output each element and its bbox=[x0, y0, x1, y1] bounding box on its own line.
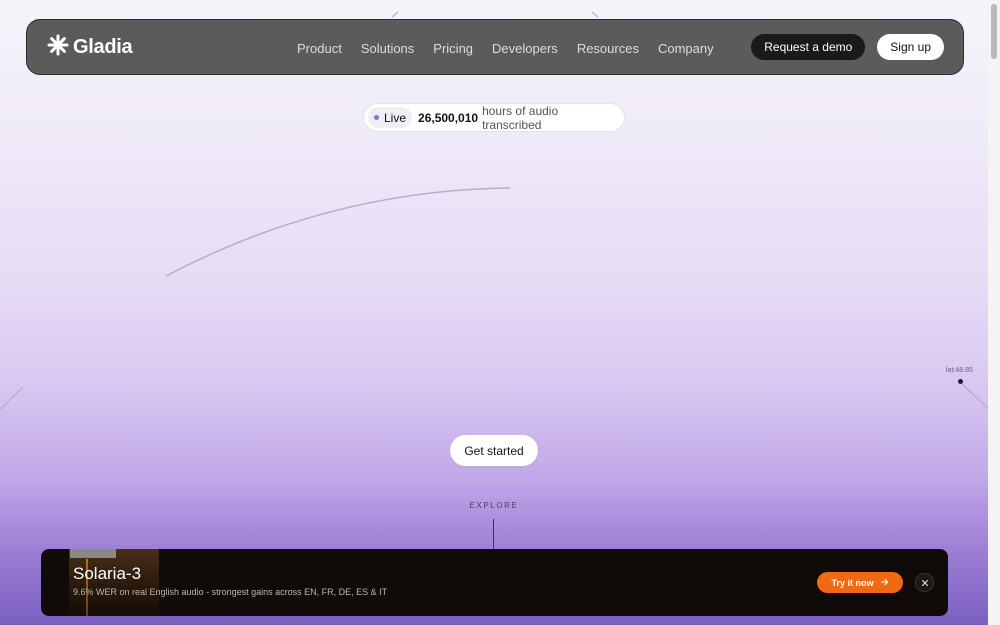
get-started-button[interactable]: Get started bbox=[450, 435, 538, 466]
location-dot-icon bbox=[958, 379, 963, 384]
live-description: hours of audio transcribed bbox=[482, 103, 559, 132]
live-badge: Live bbox=[368, 107, 413, 128]
asterisk-logo-icon bbox=[47, 34, 69, 61]
try-it-now-label: Try it now bbox=[831, 577, 874, 588]
background-arcs bbox=[0, 11, 991, 411]
banner-subtitle: 9.6% WER on real English audio - stronge… bbox=[73, 587, 388, 597]
brand-logo[interactable]: Gladia bbox=[47, 34, 133, 61]
banner-tab bbox=[70, 549, 116, 558]
live-count: 26,500,010 bbox=[418, 110, 479, 125]
arrow-right-icon bbox=[880, 578, 889, 588]
brand-name: Gladia bbox=[73, 35, 133, 58]
nav-link-developers[interactable]: Developers bbox=[492, 41, 558, 56]
nav-actions: Request a demo Sign up bbox=[751, 34, 944, 60]
close-icon[interactable] bbox=[915, 573, 934, 592]
explore-label: EXPLORE bbox=[469, 501, 519, 510]
try-it-now-button[interactable]: Try it now bbox=[817, 572, 903, 593]
sign-up-button[interactable]: Sign up bbox=[877, 34, 944, 60]
scrollbar-thumb[interactable] bbox=[991, 4, 997, 59]
latitude-label: lat:48.85 bbox=[946, 367, 973, 374]
request-demo-button[interactable]: Request a demo bbox=[751, 34, 866, 60]
nav-link-product[interactable]: Product bbox=[297, 41, 342, 56]
nav-links: Product Solutions Pricing Developers Res… bbox=[297, 20, 733, 76]
banner-title: Solaria-3 bbox=[73, 564, 142, 583]
top-navigation: Gladia Product Solutions Pricing Develop… bbox=[26, 19, 964, 75]
page-scrollbar[interactable] bbox=[988, 0, 1000, 625]
nav-link-company[interactable]: Company bbox=[658, 41, 714, 56]
nav-link-solutions[interactable]: Solutions bbox=[361, 41, 414, 56]
promo-banner: Solaria-3 9.6% WER on real English audio… bbox=[41, 549, 948, 616]
live-stats-pill: Live 26,500,010 hours of audio transcrib… bbox=[363, 103, 625, 132]
explore-divider bbox=[493, 519, 494, 551]
live-label: Live bbox=[384, 110, 407, 125]
live-dot-icon bbox=[374, 115, 379, 120]
nav-link-resources[interactable]: Resources bbox=[577, 41, 639, 56]
nav-link-pricing[interactable]: Pricing bbox=[433, 41, 473, 56]
